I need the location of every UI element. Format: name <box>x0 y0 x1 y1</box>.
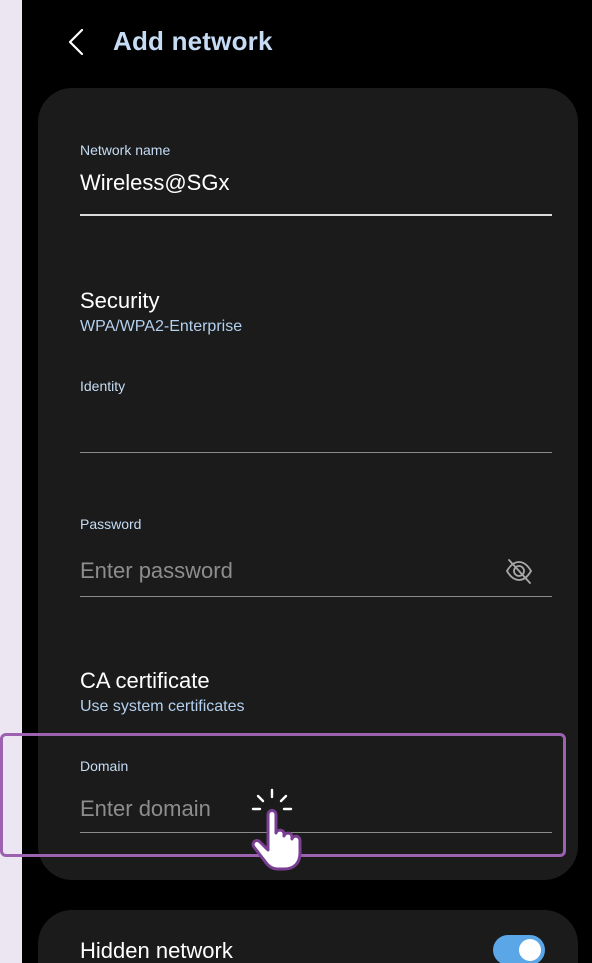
security-title: Security <box>80 288 160 313</box>
ca-certificate-dropdown[interactable]: CA certificate Use system certificates <box>38 664 578 724</box>
page-title: Add network <box>113 26 273 56</box>
identity-field[interactable]: Identity <box>38 374 578 458</box>
identity-underline <box>80 452 552 453</box>
chevron-left-icon[interactable] <box>64 26 88 58</box>
identity-label: Identity <box>80 378 126 394</box>
password-field[interactable]: Password Enter password <box>38 512 578 604</box>
security-dropdown[interactable]: Security WPA/WPA2-Enterprise <box>38 284 578 344</box>
ca-certificate-title: CA certificate <box>80 668 210 693</box>
top-app-bar: Add network <box>22 18 592 66</box>
ca-certificate-value: Use system certificates <box>80 698 245 715</box>
network-name-value: Wireless@SGx <box>80 170 230 195</box>
network-name-field[interactable]: Network name Wireless@SGx <box>38 128 578 218</box>
eye-off-icon[interactable] <box>504 556 534 586</box>
password-underline <box>80 596 552 597</box>
hidden-network-label: Hidden network <box>80 938 233 963</box>
network-name-label: Network name <box>80 142 171 158</box>
toggle-knob <box>519 939 541 961</box>
network-name-underline <box>80 214 552 216</box>
password-placeholder: Enter password <box>80 558 233 583</box>
password-label: Password <box>80 516 142 532</box>
hidden-network-toggle[interactable] <box>493 935 545 963</box>
security-value: WPA/WPA2-Enterprise <box>80 318 243 335</box>
hidden-network-card: Hidden network <box>38 910 578 963</box>
hand-pointer-icon <box>251 788 302 871</box>
